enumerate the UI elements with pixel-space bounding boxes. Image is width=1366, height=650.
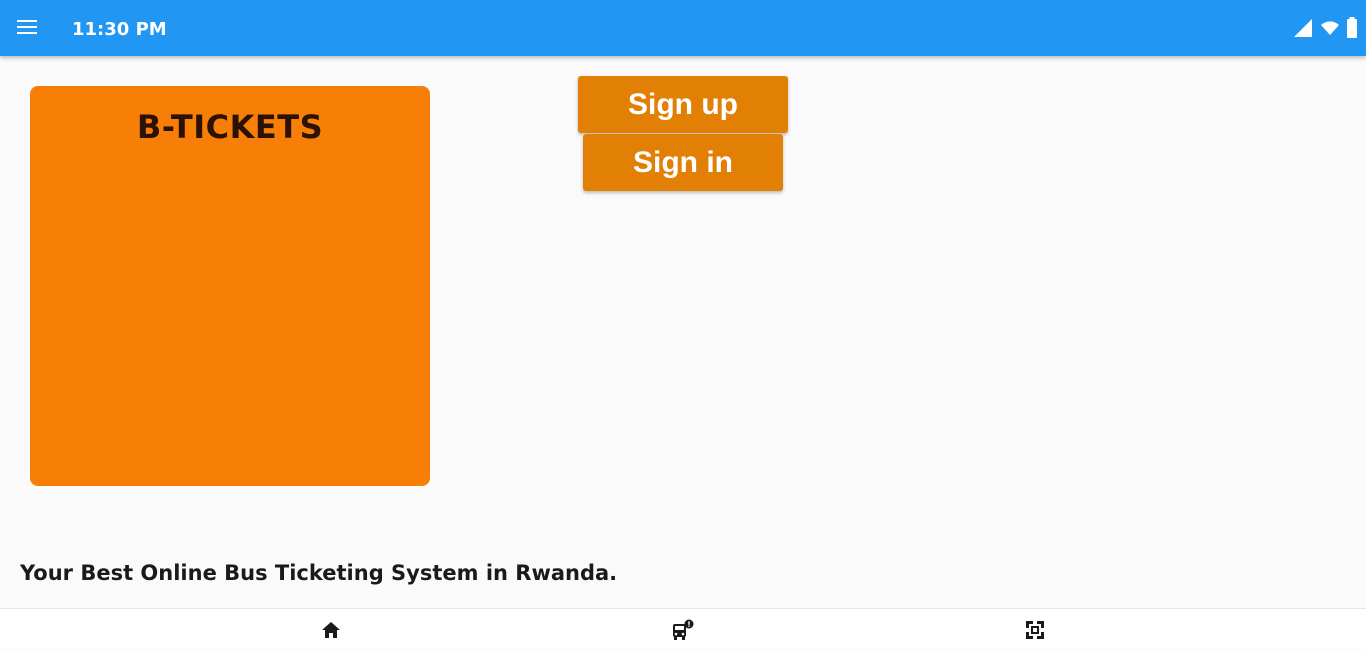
- wifi-icon: [1321, 21, 1339, 35]
- signin-button[interactable]: Sign in: [583, 134, 783, 191]
- brand-title: B-TICKETS: [136, 108, 324, 146]
- status-bar: 11:30 PM: [0, 0, 1366, 56]
- nav-bus[interactable]: [663, 609, 703, 650]
- nav-scan[interactable]: [1015, 609, 1055, 650]
- scan-icon: [1026, 620, 1044, 639]
- brand-card: B-TICKETS: [30, 86, 430, 486]
- signal-icon: [1294, 19, 1312, 37]
- bottom-nav: [0, 608, 1366, 649]
- signup-button[interactable]: Sign up: [578, 76, 788, 133]
- status-time: 11:30 PM: [72, 19, 167, 40]
- menu-icon[interactable]: [17, 20, 39, 36]
- home-icon: [322, 621, 340, 638]
- nav-home[interactable]: [311, 609, 351, 650]
- system-icons: [1292, 16, 1358, 40]
- bus-alert-icon: [673, 619, 694, 640]
- battery-icon: [1347, 17, 1357, 38]
- tagline: Your Best Online Bus Ticketing System in…: [20, 561, 618, 585]
